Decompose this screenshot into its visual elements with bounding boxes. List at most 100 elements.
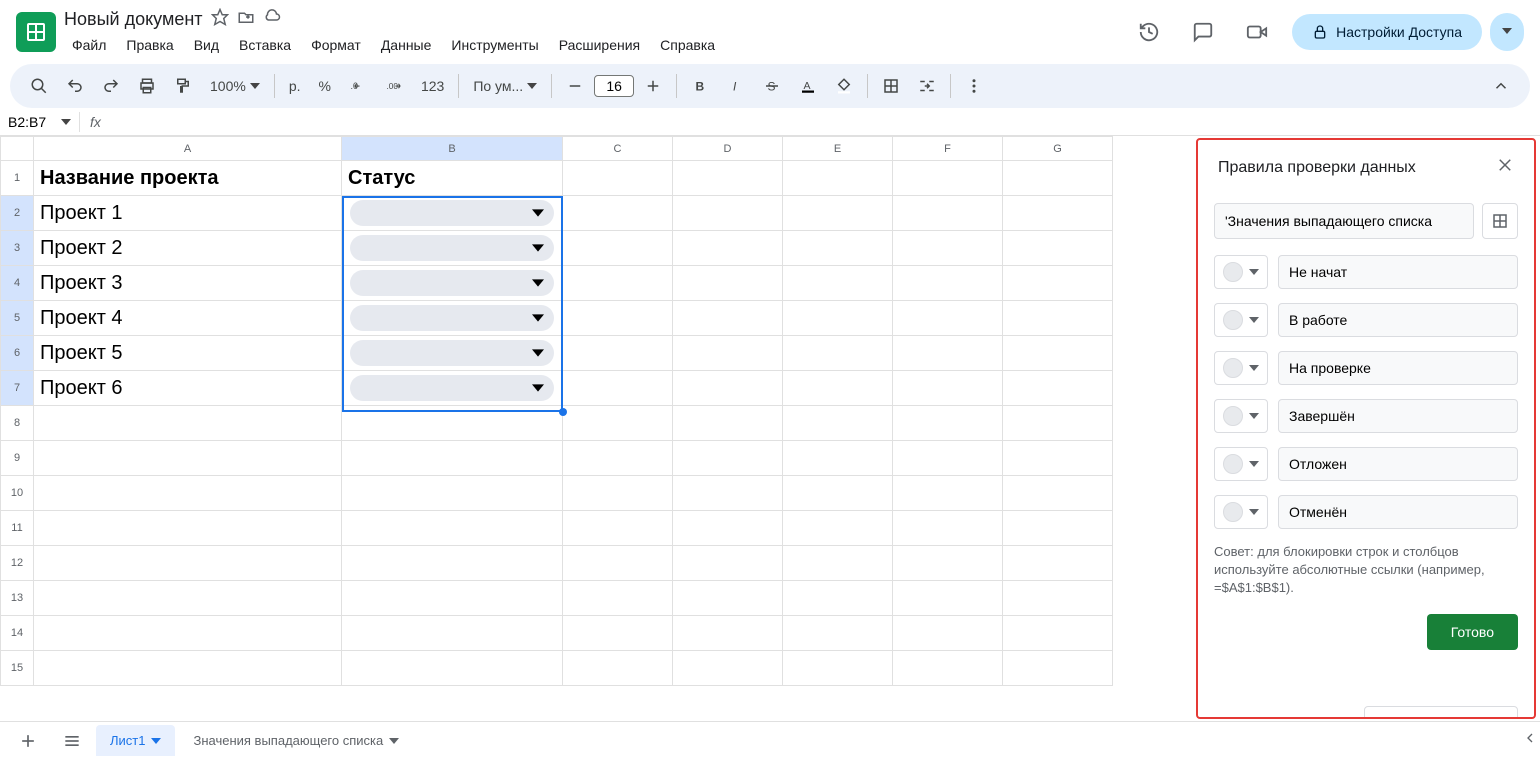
color-picker[interactable]	[1214, 255, 1268, 289]
color-picker[interactable]	[1214, 351, 1268, 385]
row-header[interactable]: 14	[1, 616, 34, 651]
row-header[interactable]: 7	[1, 371, 34, 406]
option-input[interactable]	[1278, 447, 1518, 481]
menu-data[interactable]: Данные	[373, 33, 440, 57]
zoom-select[interactable]: 100%	[202, 74, 268, 98]
collapse-toolbar-icon[interactable]	[1484, 71, 1518, 101]
sheets-logo[interactable]	[16, 12, 56, 52]
cell-dropdown[interactable]	[342, 371, 563, 406]
percent-btn[interactable]: %	[311, 74, 339, 98]
color-picker[interactable]	[1214, 447, 1268, 481]
doc-title[interactable]: Новый документ	[64, 9, 203, 30]
option-input[interactable]	[1278, 399, 1518, 433]
name-box[interactable]: B2:B7	[0, 112, 80, 132]
color-picker[interactable]	[1214, 495, 1268, 529]
share-dropdown[interactable]	[1490, 13, 1524, 51]
row-header[interactable]: 1	[1, 161, 34, 196]
fill-color-icon[interactable]	[827, 71, 861, 101]
row-header[interactable]: 5	[1, 301, 34, 336]
all-sheets-icon[interactable]	[52, 725, 92, 757]
col-header-f[interactable]: F	[893, 137, 1003, 161]
decrease-font-icon[interactable]	[558, 71, 592, 101]
text-color-icon[interactable]: A	[791, 71, 825, 101]
col-header-c[interactable]: C	[563, 137, 673, 161]
menu-view[interactable]: Вид	[186, 33, 227, 57]
cell-dropdown[interactable]	[342, 301, 563, 336]
cell-dropdown[interactable]	[342, 266, 563, 301]
borders-icon[interactable]	[874, 71, 908, 101]
share-button[interactable]: Настройки Доступа	[1292, 14, 1482, 50]
delete-rule-button[interactable]: Удалить правило	[1364, 706, 1518, 717]
move-icon[interactable]	[237, 8, 255, 31]
menu-format[interactable]: Формат	[303, 33, 369, 57]
cell[interactable]: Проект 2	[34, 231, 342, 266]
more-formats-btn[interactable]: 123	[413, 74, 452, 98]
cell[interactable]: Проект 6	[34, 371, 342, 406]
row-header[interactable]: 8	[1, 406, 34, 441]
merge-icon[interactable]	[910, 71, 944, 101]
bold-icon[interactable]: B	[683, 71, 717, 101]
menu-extensions[interactable]: Расширения	[551, 33, 648, 57]
col-header-a[interactable]: A	[34, 137, 342, 161]
menu-file[interactable]: Файл	[64, 33, 114, 57]
row-header[interactable]: 10	[1, 476, 34, 511]
done-button[interactable]: Готово	[1427, 614, 1518, 650]
option-input[interactable]	[1278, 255, 1518, 289]
row-header[interactable]: 12	[1, 546, 34, 581]
decrease-decimal-icon[interactable]: .0	[341, 71, 375, 101]
cell[interactable]: Проект 1	[34, 196, 342, 231]
selection-handle[interactable]	[559, 408, 567, 416]
menu-tools[interactable]: Инструменты	[443, 33, 546, 57]
close-icon[interactable]	[1496, 156, 1514, 179]
add-sheet-icon[interactable]	[8, 725, 48, 757]
color-picker[interactable]	[1214, 303, 1268, 337]
paint-format-icon[interactable]	[166, 71, 200, 101]
cell-dropdown[interactable]	[342, 336, 563, 371]
col-header-g[interactable]: G	[1003, 137, 1113, 161]
row-header[interactable]: 13	[1, 581, 34, 616]
currency-btn[interactable]: р.	[281, 74, 309, 98]
row-header[interactable]: 15	[1, 651, 34, 686]
col-header-b[interactable]: B	[342, 137, 563, 161]
font-size-input[interactable]	[594, 75, 634, 97]
menu-edit[interactable]: Правка	[118, 33, 181, 57]
option-input[interactable]	[1278, 351, 1518, 385]
menu-help[interactable]: Справка	[652, 33, 723, 57]
row-header[interactable]: 4	[1, 266, 34, 301]
comment-icon[interactable]	[1184, 13, 1222, 51]
sheet-tab[interactable]: Значения выпадающего списка	[179, 725, 413, 756]
search-icon[interactable]	[22, 71, 56, 101]
row-header[interactable]: 3	[1, 231, 34, 266]
meet-icon[interactable]	[1238, 13, 1276, 51]
italic-icon[interactable]: I	[719, 71, 753, 101]
cell[interactable]: Проект 4	[34, 301, 342, 336]
row-header[interactable]: 9	[1, 441, 34, 476]
row-header[interactable]: 11	[1, 511, 34, 546]
option-input[interactable]	[1278, 495, 1518, 529]
cell[interactable]: Проект 5	[34, 336, 342, 371]
menu-insert[interactable]: Вставка	[231, 33, 299, 57]
more-icon[interactable]	[957, 71, 991, 101]
spreadsheet-grid[interactable]: A B C D E F G 1Название проектаСтатус 2П…	[0, 136, 1113, 686]
cell-b1[interactable]: Статус	[342, 161, 563, 196]
col-header-d[interactable]: D	[673, 137, 783, 161]
row-header[interactable]: 2	[1, 196, 34, 231]
font-select[interactable]: По ум...	[465, 74, 545, 98]
select-range-icon[interactable]	[1482, 203, 1518, 239]
increase-decimal-icon[interactable]: .00	[377, 71, 411, 101]
col-header-e[interactable]: E	[783, 137, 893, 161]
expand-sidebar-icon[interactable]	[1522, 730, 1538, 751]
option-input[interactable]	[1278, 303, 1518, 337]
color-picker[interactable]	[1214, 399, 1268, 433]
cell[interactable]: Проект 3	[34, 266, 342, 301]
undo-icon[interactable]	[58, 71, 92, 101]
print-icon[interactable]	[130, 71, 164, 101]
strikethrough-icon[interactable]: S	[755, 71, 789, 101]
sheet-tab-active[interactable]: Лист1	[96, 725, 175, 756]
star-icon[interactable]	[211, 8, 229, 31]
cell-dropdown[interactable]	[342, 231, 563, 266]
cloud-icon[interactable]	[263, 8, 281, 31]
cell-dropdown[interactable]	[342, 196, 563, 231]
row-header[interactable]: 6	[1, 336, 34, 371]
increase-font-icon[interactable]	[636, 71, 670, 101]
